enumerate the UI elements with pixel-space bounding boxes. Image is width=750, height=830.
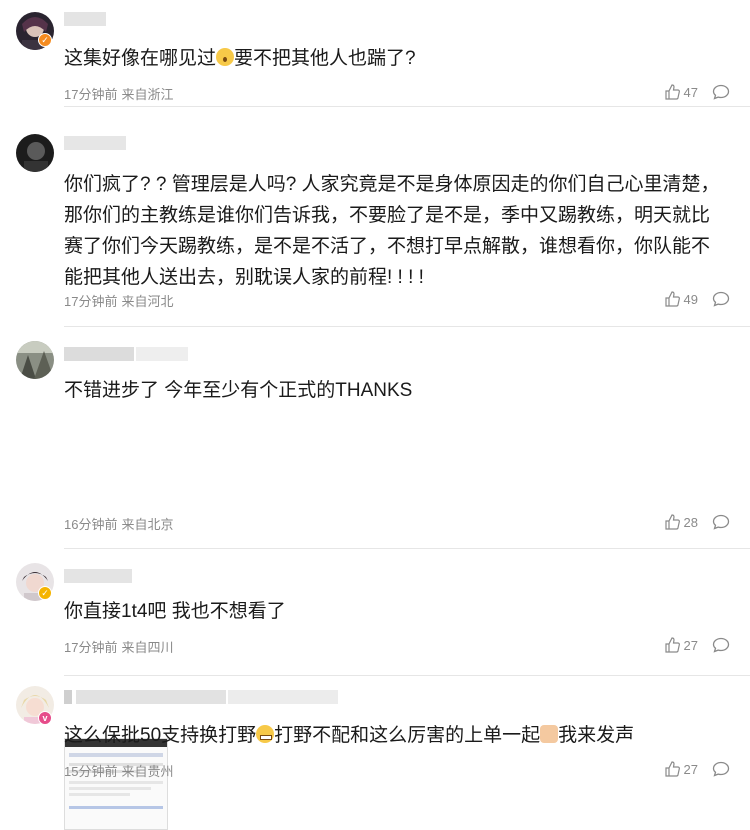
comment-text: 不错进步了 今年至少有个正式的THANKS: [64, 380, 413, 401]
thumbs-up-icon: [664, 84, 680, 100]
timestamp: 16分钟前: [64, 517, 118, 532]
username-blurred[interactable]: [64, 12, 106, 28]
username-blurred[interactable]: [64, 347, 188, 363]
timestamp: 17分钟前: [64, 87, 118, 102]
comment-text: 你们疯了? ? 管理层是人吗? 人家究竟是不是身体原因走的你们自己心里清楚，那你…: [64, 174, 720, 288]
comment-item: ✓ 这集好像在哪见过 要不把其他人也踹了? 17分钟前 来自浙江 47: [0, 0, 750, 107]
timestamp: 15分钟前: [64, 764, 118, 779]
surprised-emoji-icon: [216, 48, 235, 66]
location: 来自贵州: [121, 764, 174, 779]
comment-meta: 17分钟前 来自河北: [64, 291, 177, 310]
comment-item: ✓ 你直接1t4吧 我也不想看了 17分钟前 来自四川 27: [0, 549, 750, 676]
verified-badge-icon: ✓: [38, 33, 52, 47]
fist-emoji-icon: [540, 725, 559, 743]
comment-bubble-icon[interactable]: [712, 84, 730, 100]
comment-text: 这么保批50支持换打野 打野不配和这么厉害的上单一起 我来发声: [64, 725, 635, 746]
like-button[interactable]: 49: [664, 291, 698, 307]
thumbs-up-icon: [664, 637, 680, 653]
username-blurred[interactable]: [64, 136, 126, 152]
avatar[interactable]: [16, 341, 54, 379]
like-count: 27: [683, 761, 698, 777]
verified-badge-icon: ✓: [38, 586, 52, 600]
comment-bubble-icon[interactable]: [712, 291, 730, 307]
verified-badge-icon: v: [38, 711, 52, 725]
grimace-emoji-icon: [256, 725, 275, 743]
comment-meta: 15分钟前 来自贵州: [64, 761, 177, 780]
comment-item: 不错进步了 今年至少有个正式的THANKS 16分钟前 来自北京 28: [0, 327, 750, 830]
location: 来自浙江: [121, 87, 174, 102]
avatar[interactable]: [16, 134, 54, 172]
like-button[interactable]: 28: [664, 514, 698, 530]
thumbs-up-icon: [664, 514, 680, 530]
comment-bubble-icon[interactable]: [712, 761, 730, 777]
comment-meta: 17分钟前 来自四川: [64, 637, 177, 656]
username-blurred[interactable]: [64, 569, 132, 585]
comment-bubble-icon[interactable]: [712, 637, 730, 653]
location: 来自四川: [121, 640, 174, 655]
thumbs-up-icon: [664, 291, 680, 307]
comment-meta: 16分钟前 来自北京: [64, 514, 177, 533]
like-count: 28: [683, 514, 698, 530]
like-button[interactable]: 47: [664, 84, 698, 100]
comment-bubble-icon[interactable]: [712, 514, 730, 530]
comment-text: 你直接1t4吧 我也不想看了: [64, 601, 286, 622]
thumbs-up-icon: [664, 761, 680, 777]
like-button[interactable]: 27: [664, 761, 698, 777]
like-count: 27: [683, 637, 698, 653]
like-count: 47: [683, 84, 698, 100]
like-button[interactable]: 27: [664, 637, 698, 653]
location: 来自北京: [121, 517, 174, 532]
like-count: 49: [683, 291, 698, 307]
comment-text: 这集好像在哪见过 要不把其他人也踹了?: [64, 48, 416, 69]
timestamp: 17分钟前: [64, 294, 118, 309]
location: 来自河北: [121, 294, 174, 309]
comment-item: 你们疯了? ? 管理层是人吗? 人家究竟是不是身体原因走的你们自己心里清楚，那你…: [0, 107, 750, 327]
username-blurred[interactable]: [64, 690, 338, 706]
comment-meta: 17分钟前 来自浙江: [64, 84, 177, 103]
comment-item: v 这么保批50支持换打野 打野不配和这么厉害的上单一起 我来发声 15分钟前 来自贵…: [0, 676, 750, 789]
timestamp: 17分钟前: [64, 640, 118, 655]
